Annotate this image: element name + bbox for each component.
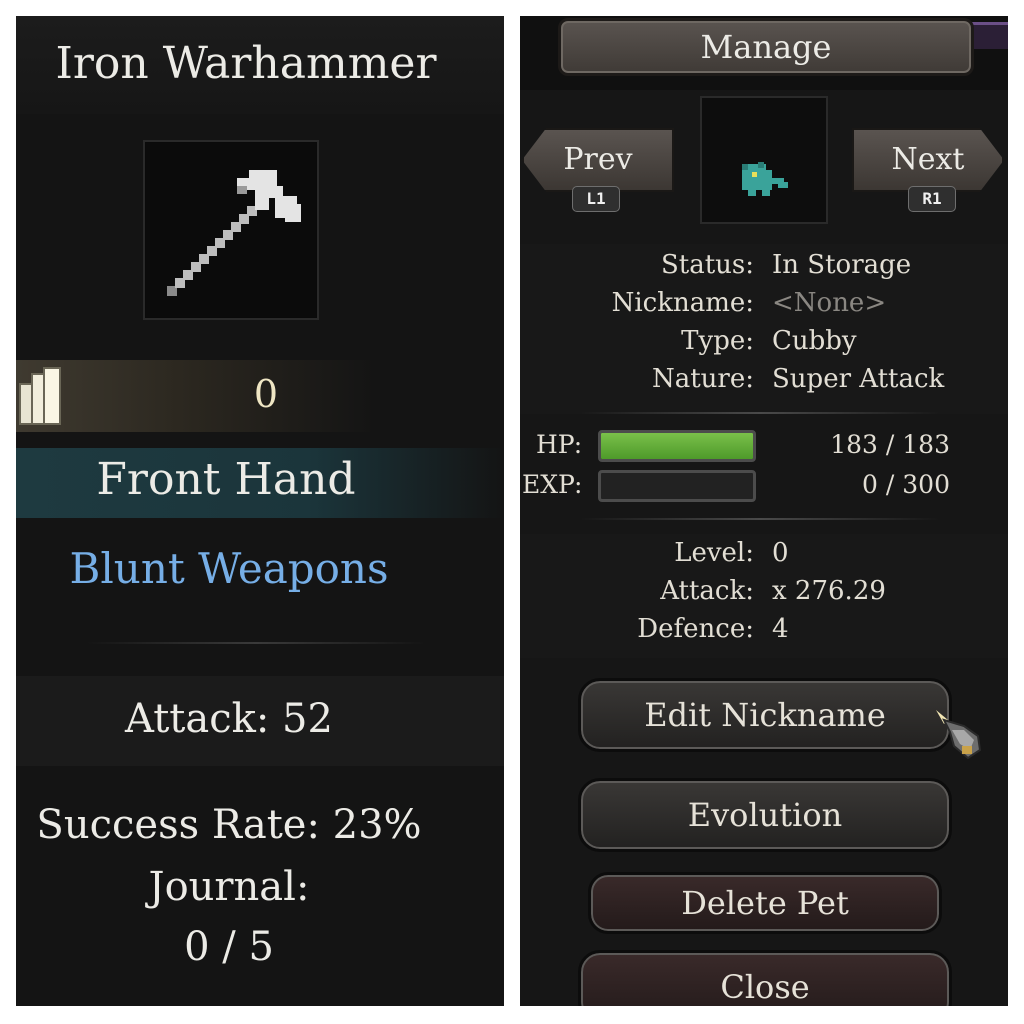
journal-label: Journal: bbox=[148, 864, 310, 910]
equip-slot: Front Hand bbox=[96, 454, 356, 505]
attack-value: x 276.29 bbox=[772, 576, 886, 606]
evolution-button[interactable]: Evolution bbox=[578, 778, 952, 852]
item-details-panel: Iron Warhammer 0 Front Hand Blunt Weapon… bbox=[16, 16, 504, 1006]
pet-portrait bbox=[700, 96, 828, 224]
warhammer-icon bbox=[167, 170, 301, 296]
info-section: Status: In Storage Nickname: <None> Type… bbox=[520, 244, 1008, 414]
next-label: Next bbox=[891, 142, 965, 177]
edit-nickname-button[interactable]: Edit Nickname bbox=[578, 678, 952, 752]
l1-key-badge: L1 bbox=[572, 186, 620, 212]
item-name: Iron Warhammer bbox=[55, 38, 437, 89]
hp-label: HP: bbox=[536, 430, 583, 459]
hp-bar-fill bbox=[601, 433, 753, 459]
count-band bbox=[16, 360, 376, 432]
cubby-pet-icon bbox=[742, 162, 788, 196]
defence-label: Defence: bbox=[637, 614, 754, 644]
next-button[interactable]: Next bbox=[852, 128, 1004, 192]
nature-value: Super Attack bbox=[772, 364, 945, 394]
level-label: Level: bbox=[674, 538, 754, 568]
item-count: 0 bbox=[253, 372, 279, 416]
divider bbox=[86, 642, 426, 644]
pet-manage-panel: Manage Prev L1 Next R1 Status: In Storag… bbox=[520, 16, 1008, 1006]
coin-stack-icon bbox=[19, 367, 61, 425]
gauntlet-cursor-icon bbox=[936, 710, 982, 760]
delete-pet-button[interactable]: Delete Pet bbox=[588, 872, 942, 934]
evolution-label: Evolution bbox=[687, 796, 843, 834]
nature-label: Nature: bbox=[651, 364, 754, 394]
manage-title: Manage bbox=[700, 28, 832, 66]
exp-value: 0 / 300 bbox=[862, 470, 950, 499]
exp-label: EXP: bbox=[522, 470, 583, 499]
exp-bar bbox=[598, 470, 756, 502]
accent-bar bbox=[968, 22, 1008, 49]
prev-button[interactable]: Prev bbox=[522, 128, 674, 192]
status-label: Status: bbox=[660, 250, 754, 280]
manage-header: Manage bbox=[558, 18, 974, 76]
hp-value: 183 / 183 bbox=[830, 430, 950, 459]
divider bbox=[580, 412, 940, 414]
edit-nickname-label: Edit Nickname bbox=[644, 696, 886, 734]
delete-pet-label: Delete Pet bbox=[681, 884, 849, 922]
stats-section: Level: 0 Attack: x 276.29 Defence: 4 bbox=[520, 534, 1008, 658]
item-icon-frame bbox=[143, 140, 319, 320]
status-value: In Storage bbox=[772, 250, 912, 280]
type-label: Type: bbox=[681, 326, 754, 356]
divider bbox=[580, 518, 940, 520]
attack-stat: Attack: 52 bbox=[125, 696, 333, 742]
hp-bar bbox=[598, 430, 756, 462]
weapon-type: Blunt Weapons bbox=[69, 544, 389, 593]
nickname-label: Nickname: bbox=[611, 288, 754, 318]
type-value: Cubby bbox=[772, 326, 857, 356]
success-rate: Success Rate: 23% bbox=[36, 802, 422, 848]
r1-key-badge: R1 bbox=[908, 186, 956, 212]
defence-value: 4 bbox=[772, 614, 789, 644]
prev-label: Prev bbox=[563, 142, 633, 177]
close-label: Close bbox=[720, 968, 810, 1006]
level-value: 0 bbox=[772, 538, 789, 568]
close-button[interactable]: Close bbox=[578, 950, 952, 1006]
nickname-value: <None> bbox=[772, 288, 887, 318]
attack-label: Attack: bbox=[660, 576, 754, 606]
journal-value: 0 / 5 bbox=[184, 924, 274, 970]
